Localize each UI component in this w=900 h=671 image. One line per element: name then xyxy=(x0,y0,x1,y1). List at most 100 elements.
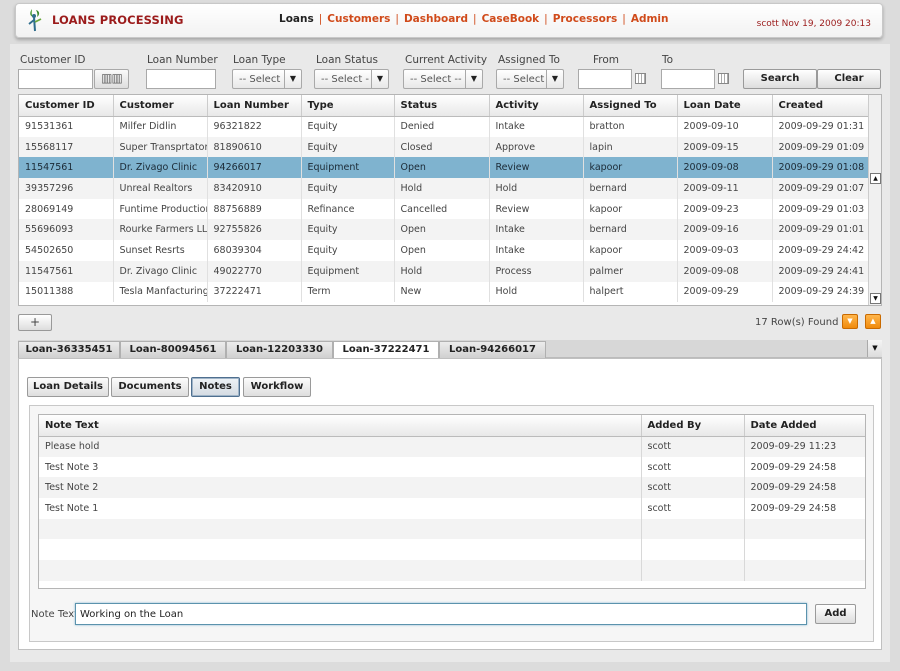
column-header[interactable]: Customer ID xyxy=(19,95,114,117)
column-header[interactable]: Created xyxy=(772,95,870,117)
table-cell: 2009-09-29 01:08 xyxy=(772,157,870,179)
table-row[interactable]: 39357296 Unreal Realtors 83420910 Equity Hol… xyxy=(19,178,870,199)
assigned-to-select[interactable]: -- Select ▼ xyxy=(496,69,564,89)
nav-loans[interactable]: Loans xyxy=(279,13,314,25)
calendar-icon[interactable] xyxy=(635,73,646,84)
table-cell: 2009-09-29 01:01 xyxy=(772,219,870,241)
table-cell: Super Transprtator xyxy=(113,136,208,158)
nav-admin[interactable]: Admin xyxy=(631,13,669,25)
notes-column-header[interactable]: Added By xyxy=(641,415,745,437)
note-text-input[interactable] xyxy=(75,603,807,625)
column-header[interactable]: Loan Date xyxy=(677,95,773,117)
clear-button[interactable]: Clear xyxy=(817,69,881,89)
table-row[interactable]: 15568117 Super Transprtator 81890610 Equity… xyxy=(19,136,870,158)
table-cell: 49022770 xyxy=(207,260,302,282)
table-cell: 2009-09-29 01:07 xyxy=(772,178,870,199)
table-cell: 15568117 xyxy=(19,136,114,158)
page-down-button[interactable]: ▼ xyxy=(842,314,858,329)
table-cell: Sunset Resrts xyxy=(113,240,208,261)
notes-cell xyxy=(641,518,745,540)
notes-empty-row xyxy=(39,560,865,581)
loan-status-select[interactable]: -- Select - ▼ xyxy=(314,69,389,89)
loan-status-value: -- Select - xyxy=(321,74,370,85)
search-button[interactable]: Search xyxy=(743,69,817,89)
table-cell: halpert xyxy=(583,281,678,303)
table-cell: 91531361 xyxy=(19,116,114,137)
calendar-icon[interactable] xyxy=(718,73,729,84)
table-cell: 2009-09-03 xyxy=(677,240,773,261)
notes-row[interactable]: Test Note 2 scott 2009-09-29 24:58 xyxy=(39,477,865,499)
notes-table: Note Text Added By Date Added Please hold s… xyxy=(38,414,866,589)
loan-tab-bar: Loan-36335451 Loan-80094561 Loan-1220333… xyxy=(18,340,882,359)
table-cell: Hold xyxy=(489,178,584,199)
from-date-input[interactable] xyxy=(578,69,632,89)
table-cell: kapoor xyxy=(583,240,678,261)
notes-column-header[interactable]: Note Text xyxy=(39,415,642,437)
add-note-button[interactable]: Add xyxy=(815,604,856,624)
column-header[interactable]: Type xyxy=(301,95,395,117)
subtab-documents[interactable]: Documents xyxy=(111,377,189,397)
column-header[interactable]: Activity xyxy=(489,95,584,117)
table-cell: Equity xyxy=(301,116,395,137)
notes-row[interactable]: Please hold scott 2009-09-29 11:23 xyxy=(39,436,865,457)
notes-row[interactable]: Test Note 1 scott 2009-09-29 24:58 xyxy=(39,498,865,519)
table-cell: Open xyxy=(394,157,490,179)
tab-loan-2[interactable]: Loan-80094561 xyxy=(120,341,226,358)
table-cell: 2009-09-29 24:41 xyxy=(772,260,870,282)
tab-loan-5[interactable]: Loan-94266017 xyxy=(439,341,546,358)
table-row[interactable]: 15011388 Tesla Manfacturing 37222471 Term Ne… xyxy=(19,281,870,303)
customer-id-label: Customer ID xyxy=(20,54,86,66)
tab-loan-3[interactable]: Loan-12203330 xyxy=(226,341,333,358)
chevron-down-icon: ▼ xyxy=(371,70,388,88)
table-row[interactable]: 55696093 Rourke Farmers LLC 92755826 Equity… xyxy=(19,219,870,241)
nav-casebook[interactable]: CaseBook xyxy=(482,13,540,25)
table-row[interactable]: 11547561 Dr. Zivago Clinic 49022770 Equipme… xyxy=(19,260,870,282)
notes-cell: 2009-09-29 11:23 xyxy=(744,436,865,457)
subtab-notes[interactable]: Notes xyxy=(191,377,240,397)
nav-customers[interactable]: Customers xyxy=(327,13,390,25)
page-up-button[interactable]: ▲ xyxy=(865,314,881,329)
table-cell: 2009-09-10 xyxy=(677,116,773,137)
nav-dashboard[interactable]: Dashboard xyxy=(404,13,468,25)
table-cell: Equity xyxy=(301,136,395,158)
notes-cell xyxy=(39,518,642,540)
chevron-up-icon: ▲ xyxy=(870,317,876,325)
scroll-up-icon[interactable]: ▲ xyxy=(870,173,881,184)
table-row[interactable]: 11547561 Dr. Zivago Clinic 94266017 Equipme… xyxy=(19,157,870,179)
table-cell: 94266017 xyxy=(207,157,302,179)
tab-loan-4[interactable]: Loan-37222471 xyxy=(333,341,439,359)
loan-type-select[interactable]: -- Select ▼ xyxy=(232,69,302,89)
subtab-workflow[interactable]: Workflow xyxy=(243,377,311,397)
app-title: LOANS PROCESSING xyxy=(52,13,184,27)
current-activity-select[interactable]: -- Select -- ▼ xyxy=(403,69,483,89)
table-cell: Closed xyxy=(394,136,490,158)
notes-row[interactable]: Test Note 3 scott 2009-09-29 24:58 xyxy=(39,456,865,478)
table-cell: kapoor xyxy=(583,157,678,179)
column-header[interactable]: Customer xyxy=(113,95,208,117)
table-scrollbar[interactable]: ▲ ▼ xyxy=(868,95,881,305)
customer-lookup-button[interactable]: ▥▥ xyxy=(94,69,129,89)
tab-loan-1[interactable]: Loan-36335451 xyxy=(18,341,120,358)
table-cell: 15011388 xyxy=(19,281,114,303)
column-header[interactable]: Status xyxy=(394,95,490,117)
customer-id-input[interactable] xyxy=(18,69,93,89)
loan-number-input[interactable] xyxy=(146,69,216,89)
to-date-input[interactable] xyxy=(661,69,715,89)
table-row[interactable]: 54502650 Sunset Resrts 68039304 Equity Open I… xyxy=(19,240,870,261)
notes-cell: scott xyxy=(641,498,745,519)
notes-section: Note Text Added By Date Added Please hold s… xyxy=(29,405,874,642)
assigned-to-value: -- Select xyxy=(503,74,545,85)
table-row[interactable]: 28069149 Funtime Productions 88756889 Refin… xyxy=(19,198,870,220)
notes-column-header[interactable]: Date Added xyxy=(744,415,865,437)
column-header[interactable]: Loan Number xyxy=(207,95,302,117)
table-cell: Equity xyxy=(301,178,395,199)
nav-processors[interactable]: Processors xyxy=(553,13,618,25)
table-row[interactable]: 91531361 Milfer Didlin 96321822 Equity Denie… xyxy=(19,116,870,137)
table-cell: 96321822 xyxy=(207,116,302,137)
column-header[interactable]: Assigned To xyxy=(583,95,678,117)
add-row-button[interactable]: + xyxy=(18,314,52,331)
subtab-loan-details[interactable]: Loan Details xyxy=(27,377,109,397)
tab-menu-chevron-down-icon[interactable]: ▼ xyxy=(867,340,882,357)
scroll-down-icon[interactable]: ▼ xyxy=(870,293,881,304)
chevron-down-icon: ▼ xyxy=(284,70,301,88)
